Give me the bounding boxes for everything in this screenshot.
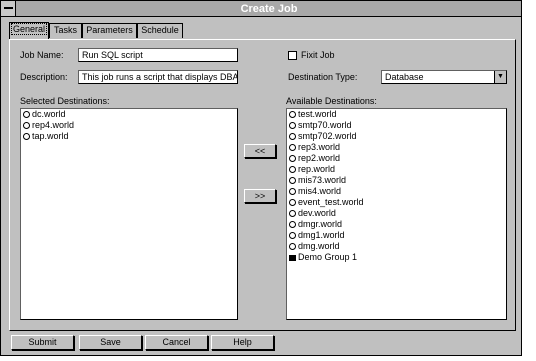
list-item[interactable]: rep2.world — [287, 153, 506, 164]
create-job-window: Create Job General Tasks Parameters Sche… — [0, 0, 522, 356]
list-item[interactable]: Demo Group 1 — [287, 252, 506, 263]
job-name-label: Job Name: — [20, 50, 64, 60]
cancel-button[interactable]: Cancel — [145, 335, 208, 350]
database-node-icon — [289, 166, 296, 173]
remove-destination-button[interactable]: >> — [244, 189, 276, 203]
window-title: Create Job — [240, 3, 298, 15]
title-bar[interactable]: Create Job — [1, 1, 521, 17]
chevron-down-icon[interactable]: ▼ — [494, 71, 506, 83]
database-node-icon — [289, 188, 296, 195]
list-item[interactable]: dc.world — [21, 109, 237, 120]
database-node-icon — [289, 144, 296, 151]
list-item[interactable]: dmgr.world — [287, 219, 506, 230]
database-node-icon — [289, 199, 296, 206]
list-item[interactable]: smtp70.world — [287, 120, 506, 131]
database-node-icon — [289, 243, 296, 250]
database-node-icon — [289, 177, 296, 184]
fixit-label: Fixit Job — [301, 50, 335, 60]
database-node-icon — [289, 122, 296, 129]
help-button[interactable]: Help — [211, 335, 274, 350]
database-node-icon — [289, 111, 296, 118]
list-item[interactable]: smtp702.world — [287, 131, 506, 142]
fixit-checkbox[interactable] — [288, 51, 297, 60]
list-item[interactable]: tap.world — [21, 131, 237, 142]
tab-general[interactable]: General — [9, 22, 49, 39]
general-tab-panel: Job Name: Run SQL script Description: Th… — [9, 39, 516, 331]
list-item[interactable]: rep3.world — [287, 142, 506, 153]
available-destinations-list[interactable]: test.world smtp70.world smtp702.world re… — [286, 108, 507, 320]
group-icon — [289, 255, 296, 261]
database-node-icon — [289, 210, 296, 217]
list-item[interactable]: dmg.world — [287, 241, 506, 252]
destination-type-select[interactable]: Database ▼ — [381, 70, 507, 84]
tab-parameters[interactable]: Parameters — [82, 23, 137, 38]
destination-type-label: Destination Type: — [288, 72, 358, 82]
selected-destinations-list[interactable]: dc.world rep4.world tap.world — [20, 108, 238, 320]
database-node-icon — [23, 111, 30, 118]
save-button[interactable]: Save — [79, 335, 142, 350]
submit-button[interactable]: Submit — [11, 335, 74, 350]
add-destination-button[interactable]: << — [244, 144, 276, 158]
list-item[interactable]: rep4.world — [21, 120, 237, 131]
database-node-icon — [289, 133, 296, 140]
tab-schedule[interactable]: Schedule — [137, 23, 183, 38]
tab-tasks[interactable]: Tasks — [49, 23, 82, 38]
database-node-icon — [289, 155, 296, 162]
description-label: Description: — [20, 72, 68, 82]
list-item[interactable]: rep.world — [287, 164, 506, 175]
list-item[interactable]: mis73.world — [287, 175, 506, 186]
available-destinations-label: Available Destinations: — [286, 96, 377, 106]
database-node-icon — [23, 122, 30, 129]
system-menu-icon[interactable] — [1, 1, 16, 16]
database-node-icon — [289, 232, 296, 239]
database-node-icon — [289, 221, 296, 228]
description-field[interactable]: This job runs a script that displays DBA — [78, 70, 238, 84]
list-item[interactable]: dmg1.world — [287, 230, 506, 241]
list-item[interactable]: mis4.world — [287, 186, 506, 197]
selected-destinations-label: Selected Destinations: — [20, 96, 110, 106]
destination-type-value: Database — [385, 72, 424, 82]
list-item[interactable]: event_test.world — [287, 197, 506, 208]
job-name-field[interactable]: Run SQL script — [78, 48, 238, 62]
database-node-icon — [23, 133, 30, 140]
list-item[interactable]: dev.world — [287, 208, 506, 219]
list-item[interactable]: test.world — [287, 109, 506, 120]
